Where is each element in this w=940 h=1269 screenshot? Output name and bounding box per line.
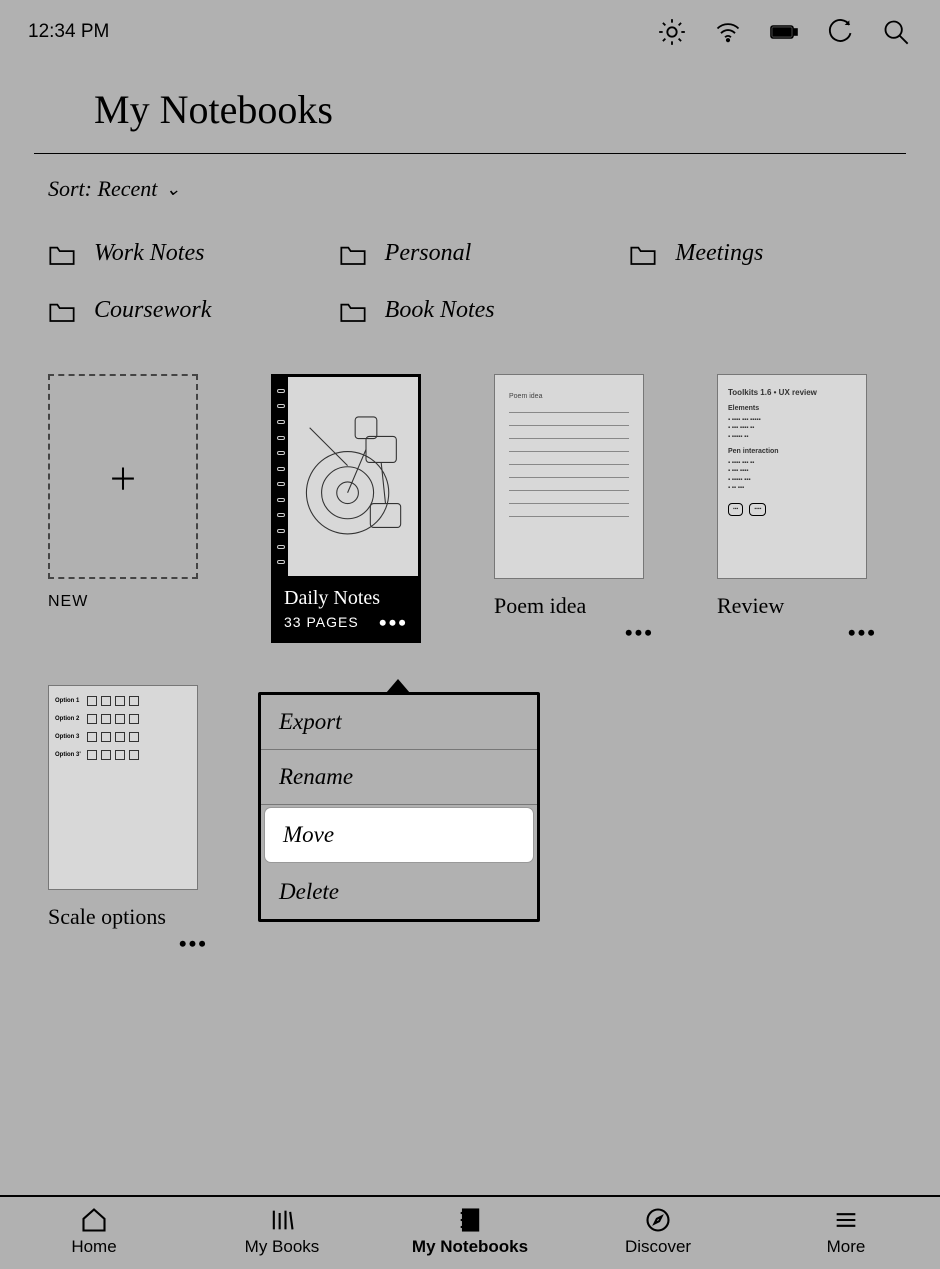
plus-icon: ＋ [48,374,198,579]
status-bar: 12:34 PM [0,0,940,56]
folder-personal[interactable]: Personal [339,240,610,267]
new-notebook-button[interactable]: ＋ NEW [48,374,208,611]
nav-label: Home [71,1237,116,1257]
folder-book-notes[interactable]: Book Notes [339,297,610,324]
folder-label: Work Notes [94,240,204,267]
folder-label: Meetings [675,240,763,267]
sync-icon[interactable] [826,18,854,46]
notebook-title: Review [717,593,784,619]
compass-icon [644,1209,672,1231]
nav-my-notebooks[interactable]: My Notebooks [376,1197,564,1269]
folder-work-notes[interactable]: Work Notes [48,240,319,267]
books-icon [268,1209,296,1231]
more-icon[interactable]: ••• [848,620,877,645]
brightness-icon[interactable] [658,18,686,46]
context-menu-item-export[interactable]: Export [261,695,537,750]
folder-icon [339,300,367,322]
folders-grid: Work Notes Personal Meetings Coursework … [0,212,940,324]
folder-label: Coursework [94,297,211,324]
more-icon[interactable]: ••• [379,617,408,628]
notebook-card-selected[interactable]: Daily Notes 33 PAGES ••• [271,374,421,643]
status-time: 12:34 PM [28,21,109,43]
notebook-thumbnail: Option 1 Option 2 Option 3 Option 3' [48,685,198,890]
status-icons [658,18,910,46]
nav-label: My Notebooks [412,1237,528,1257]
sort-label: Sort: Recent [48,176,157,202]
folder-coursework[interactable]: Coursework [48,297,319,324]
notebook-thumbnail: Poem idea [494,374,644,579]
nav-label: More [827,1237,866,1257]
context-menu-item-move[interactable]: Move [265,808,533,862]
context-menu-pointer [386,679,410,693]
notebook-icon [456,1209,484,1231]
context-menu-item-rename[interactable]: Rename [261,750,537,805]
new-label: NEW [48,593,208,611]
page-title: My Notebooks [34,56,906,154]
notebook-card[interactable]: Poem idea Poem idea ••• [494,374,654,645]
more-icon[interactable]: ••• [179,931,208,956]
home-icon [80,1209,108,1231]
folder-icon [48,300,76,322]
folder-meetings[interactable]: Meetings [629,240,900,267]
nav-home[interactable]: Home [0,1197,188,1269]
nav-label: My Books [245,1237,320,1257]
folder-icon [48,243,76,265]
chevron-down-icon: ⌄ [165,179,180,200]
notebook-title: Poem idea [494,593,586,619]
folder-label: Book Notes [385,297,495,324]
notebook-card[interactable]: Toolkits 1.6 • UX review Elements ▪ ▪▪▪▪… [717,374,877,645]
notebook-title: Daily Notes [284,587,408,610]
folder-label: Personal [385,240,472,267]
nav-label: Discover [625,1237,691,1257]
menu-icon [832,1209,860,1231]
nav-more[interactable]: More [752,1197,940,1269]
sort-button[interactable]: Sort: Recent ⌄ [48,176,180,202]
folder-icon [339,243,367,265]
notebook-card-footer: Daily Notes 33 PAGES ••• [271,579,421,643]
notebook-thumbnail [271,374,421,579]
context-menu: Export Rename Move Delete [258,692,540,922]
nav-my-books[interactable]: My Books [188,1197,376,1269]
context-menu-item-delete[interactable]: Delete [261,865,537,919]
more-icon[interactable]: ••• [625,620,654,645]
nav-discover[interactable]: Discover [564,1197,752,1269]
notebook-thumbnail: Toolkits 1.6 • UX review Elements ▪ ▪▪▪▪… [717,374,867,579]
battery-icon[interactable] [770,18,798,46]
notebook-card[interactable]: Option 1 Option 2 Option 3 Option 3' Sca… [48,685,208,956]
wifi-icon[interactable] [714,18,742,46]
folder-icon [629,243,657,265]
notebook-title: Scale options [48,904,166,930]
search-icon[interactable] [882,18,910,46]
bottom-nav: Home My Books My Notebooks Discover More [0,1195,940,1269]
notebook-pages-label: 33 PAGES [284,614,359,630]
